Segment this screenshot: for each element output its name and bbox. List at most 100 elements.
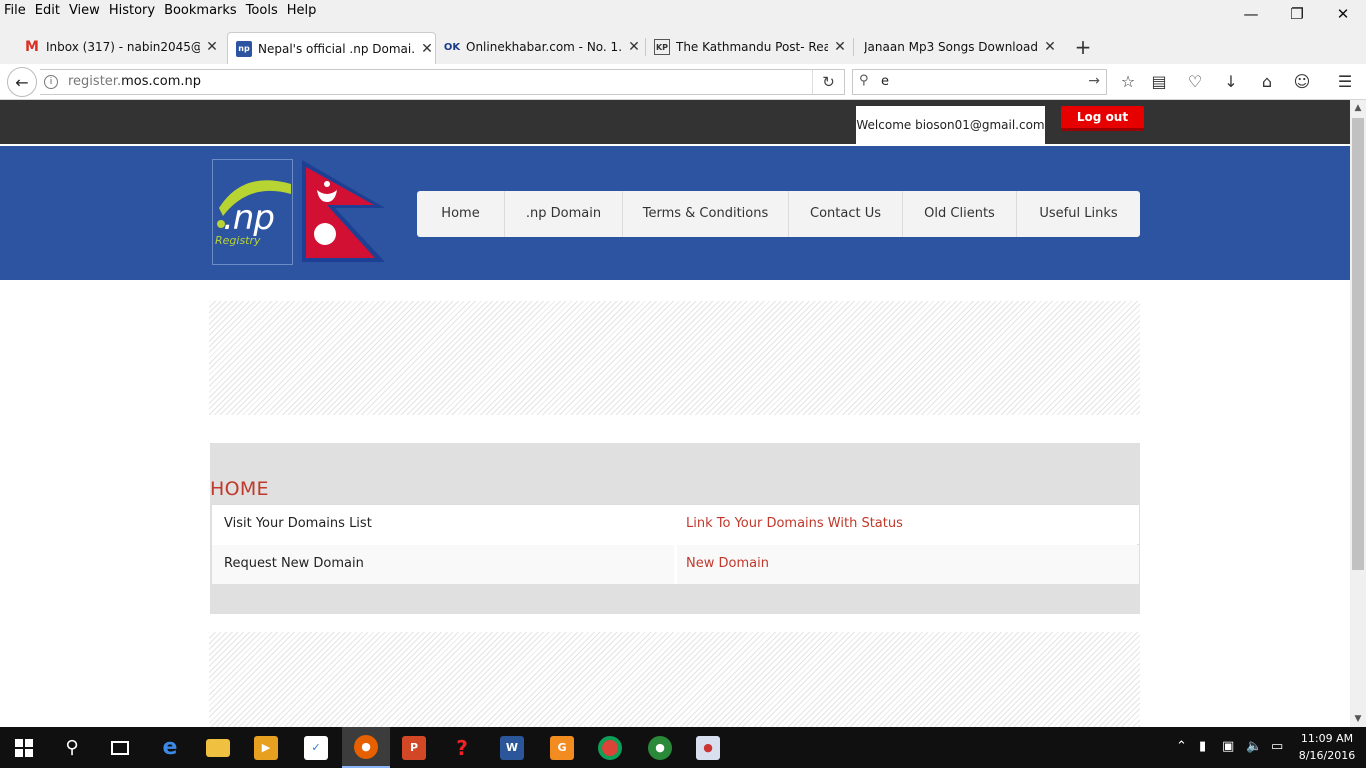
pocket-icon[interactable]: ♡: [1184, 71, 1206, 93]
banner-placeholder: [209, 301, 1140, 415]
new-tab-button[interactable]: +: [1070, 32, 1096, 62]
volume-muted-icon[interactable]: 🔈: [1246, 739, 1262, 754]
kathmandu-post-icon: KP: [654, 39, 670, 55]
tab-title: Nepal's official .np Domai...: [258, 41, 415, 56]
np-registry-icon: np: [236, 40, 252, 57]
close-tab-icon[interactable]: ✕: [419, 41, 435, 57]
word-icon[interactable]: W: [488, 727, 536, 768]
close-tab-icon[interactable]: ✕: [204, 39, 220, 55]
row-label: Visit Your Domains List: [224, 516, 372, 531]
back-button[interactable]: ←: [7, 67, 37, 97]
globe-app-icon[interactable]: ●: [636, 727, 684, 768]
nepal-flag-icon: [302, 160, 385, 262]
close-tab-icon[interactable]: ✕: [832, 39, 848, 55]
nav-np-domain[interactable]: .np Domain: [505, 191, 623, 237]
logo-text: .np: [223, 198, 275, 238]
url-prefix: register.: [68, 74, 122, 89]
home-links-table: Visit Your Domains List Link To Your Dom…: [211, 504, 1139, 584]
tab-separator: [645, 38, 646, 56]
smiley-icon[interactable]: ☺: [1291, 71, 1313, 93]
close-tab-icon[interactable]: ✕: [1042, 39, 1058, 55]
section-title: HOME: [210, 478, 269, 500]
url-text[interactable]: register.mos.com.np: [68, 74, 201, 89]
bookmark-star-icon[interactable]: ☆: [1117, 71, 1139, 93]
windows-logo-icon: [15, 738, 33, 757]
browser-menubar: File Edit View History Bookmarks Tools H…: [0, 0, 1366, 23]
menu-view[interactable]: View: [65, 2, 104, 20]
search-input[interactable]: ⚲ e →: [852, 69, 1107, 95]
back-arrow-icon: ←: [15, 72, 29, 92]
task-view-icon[interactable]: [96, 727, 144, 768]
close-tab-icon[interactable]: ✕: [626, 39, 642, 55]
nav-contact-us[interactable]: Contact Us: [789, 191, 903, 237]
tab-onlinekhabar[interactable]: OK Onlinekhabar.com - No. 1... ✕: [442, 32, 642, 62]
scroll-up-icon[interactable]: ▲: [1350, 100, 1366, 116]
table-row: Request New Domain New Domain: [212, 545, 1139, 584]
download-icon[interactable]: ↓: [1220, 71, 1242, 93]
windows-taskbar: ⚲ e ▶ ✓ ● P ? W G ● ● ⌃ ▮ ▣ 🔈 ▭ 11:09 AM…: [0, 727, 1366, 768]
navigation-toolbar: ← i register.mos.com.np ↻ ⚲ e → ☆ ▤ ♡ ↓ …: [0, 64, 1366, 100]
tab-title: Onlinekhabar.com - No. 1...: [466, 40, 622, 54]
notifications-icon[interactable]: ▭: [1271, 739, 1283, 754]
network-icon[interactable]: ▣: [1222, 739, 1234, 754]
clock-time: 11:09 AM: [1300, 732, 1354, 745]
powerpoint-icon[interactable]: P: [390, 727, 438, 768]
menu-file[interactable]: File: [0, 2, 30, 20]
battery-icon[interactable]: ▮: [1199, 739, 1206, 754]
nav-useful-links[interactable]: Useful Links: [1017, 191, 1140, 237]
onlinekhabar-icon: OK: [443, 41, 461, 53]
site-info-icon[interactable]: i: [44, 75, 58, 89]
firefox-icon[interactable]: ●: [342, 727, 390, 768]
system-clock[interactable]: 11:09 AM 8/16/2016: [1292, 730, 1362, 764]
new-domain-link[interactable]: New Domain: [686, 556, 769, 571]
chrome-icon[interactable]: [586, 727, 634, 768]
logout-button[interactable]: Log out: [1061, 106, 1144, 131]
shield-app-icon[interactable]: ✓: [292, 727, 340, 768]
cell-divider: [674, 545, 677, 584]
media-player-icon[interactable]: ▶: [242, 727, 290, 768]
tray-chevron-icon[interactable]: ⌃: [1176, 739, 1187, 754]
row-label: Request New Domain: [224, 556, 364, 571]
menu-tools[interactable]: Tools: [242, 2, 282, 20]
hamburger-menu-icon[interactable]: ☰: [1334, 71, 1356, 93]
tab-gmail[interactable]: M Inbox (317) - nabin2045@... ✕: [18, 32, 220, 62]
user-strip: Welcome bioson01@gmail.com Log out: [0, 100, 1350, 145]
menu-bookmarks[interactable]: Bookmarks: [160, 2, 241, 20]
tab-np-domain[interactable]: np Nepal's official .np Domai... ✕: [227, 32, 436, 64]
site-header: .np Registry Home .np Domain Terms & Con…: [0, 146, 1350, 280]
reload-icon[interactable]: ↻: [812, 70, 844, 94]
tab-janaan[interactable]: Janaan Mp3 Songs Download ... ✕: [862, 32, 1058, 62]
home-icon[interactable]: ⌂: [1256, 71, 1278, 93]
scrollbar-thumb[interactable]: [1352, 118, 1364, 570]
tab-title: Janaan Mp3 Songs Download ...: [864, 40, 1038, 54]
footer-placeholder: [209, 632, 1140, 727]
menu-history[interactable]: History: [105, 2, 159, 20]
gmail-icon: M: [25, 39, 39, 55]
search-icon: ⚲: [859, 73, 869, 88]
tab-strip: M Inbox (317) - nabin2045@... ✕ np Nepal…: [0, 22, 1366, 64]
domains-status-link[interactable]: Link To Your Domains With Status: [686, 516, 903, 531]
table-row: Visit Your Domains List Link To Your Dom…: [212, 505, 1139, 544]
nav-home[interactable]: Home: [417, 191, 505, 237]
tab-title: Inbox (317) - nabin2045@...: [46, 40, 200, 54]
tab-kathmandu-post[interactable]: KP The Kathmandu Post- Rea... ✕: [652, 32, 848, 62]
paint-icon[interactable]: ●: [684, 727, 732, 768]
page-scrollbar[interactable]: ▲ ▼: [1350, 100, 1366, 727]
file-explorer-icon[interactable]: [194, 727, 242, 768]
reading-list-icon[interactable]: ▤: [1148, 71, 1170, 93]
pdf-app-icon[interactable]: G: [538, 727, 586, 768]
search-value: e: [881, 74, 889, 89]
search-go-icon[interactable]: →: [1088, 73, 1100, 89]
menu-edit[interactable]: Edit: [31, 2, 64, 20]
search-taskbar-icon[interactable]: ⚲: [48, 727, 96, 768]
address-bar[interactable]: i register.mos.com.np ↻: [40, 69, 845, 95]
menu-help[interactable]: Help: [283, 2, 321, 20]
nav-old-clients[interactable]: Old Clients: [903, 191, 1017, 237]
np-registry-logo[interactable]: .np Registry: [212, 159, 293, 265]
edge-icon[interactable]: e: [146, 727, 194, 768]
start-button[interactable]: [0, 727, 48, 768]
scroll-down-icon[interactable]: ▼: [1350, 711, 1366, 727]
tab-title: The Kathmandu Post- Rea...: [676, 40, 828, 54]
help-app-icon[interactable]: ?: [438, 727, 486, 768]
nav-terms-conditions[interactable]: Terms & Conditions: [623, 191, 789, 237]
